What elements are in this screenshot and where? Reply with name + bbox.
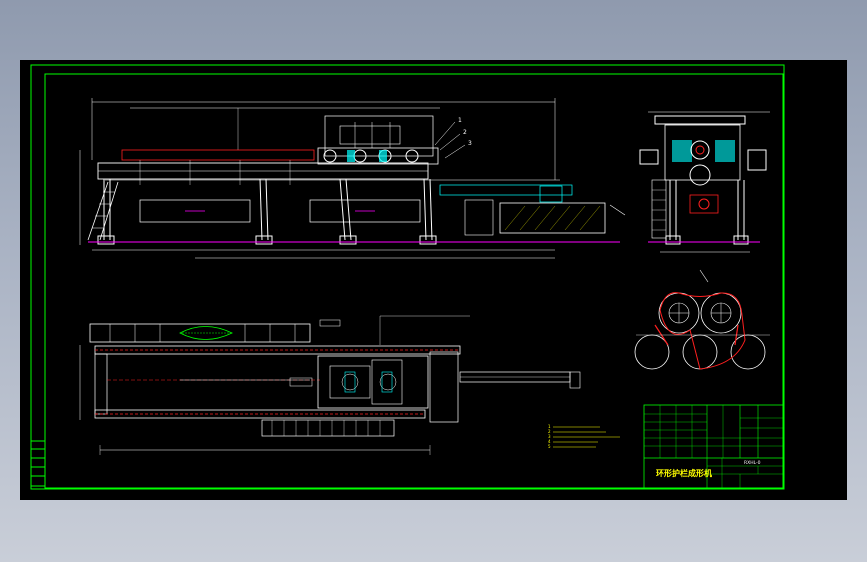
drawing-number: RXHL-0 <box>744 460 761 466</box>
plan-view <box>79 315 581 455</box>
note-5-number: 5 <box>548 444 551 449</box>
roller-detail-view <box>634 292 770 370</box>
callout-2: 2 <box>463 129 467 136</box>
technical-notes: 1 2 3 4 5 <box>548 424 620 449</box>
drawing-title: 环形护栏成形机 <box>656 468 712 478</box>
cad-viewport[interactable]: 1 2 3 1 2 3 4 5 环形护栏成形机 RXHL-0 <box>20 60 847 500</box>
margin-stamp <box>30 440 46 487</box>
side-elevation-view <box>639 111 770 283</box>
callout-3: 3 <box>468 140 472 147</box>
cad-drawing: 1 2 3 1 2 3 4 5 环形护栏成形机 RXHL-0 <box>30 64 785 490</box>
callout-1: 1 <box>458 117 462 124</box>
front-elevation-view: 1 2 3 <box>79 98 626 259</box>
title-block: 环形护栏成形机 RXHL-0 <box>643 404 784 489</box>
drawing-frame <box>30 64 785 490</box>
inner-frame <box>44 73 784 489</box>
